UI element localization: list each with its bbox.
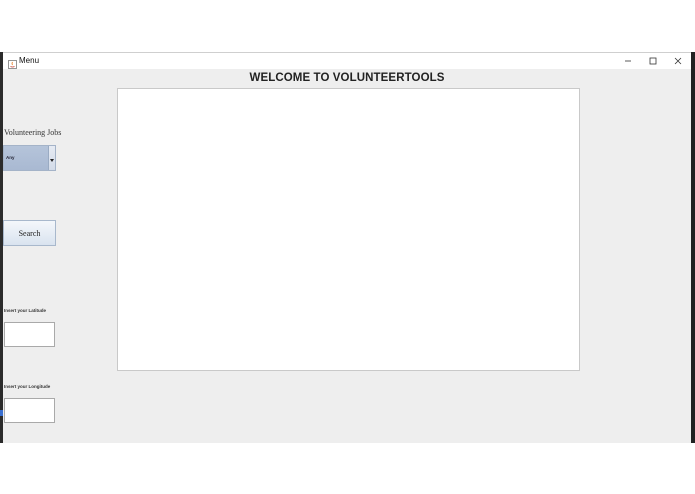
minimize-button[interactable] [616,53,640,69]
close-icon [674,52,682,70]
maximize-button[interactable] [641,53,665,69]
latitude-label: Insert your Latitude [4,308,47,313]
jobs-dropdown-value: Any [6,155,15,160]
page-title: WELCOME TO VOLUNTEERTOOLS [249,72,445,84]
longitude-label: Insert your Longitude [4,384,51,389]
window-title: Menu [19,56,40,65]
screen: Menu WELCOME TO VOLUNTEERTOOLS Volunteer… [0,0,695,494]
app-window: Menu WELCOME TO VOLUNTEERTOOLS Volunteer… [3,52,691,443]
results-panel[interactable] [117,88,580,371]
longitude-input[interactable] [4,398,55,423]
dropdown-arrow-button[interactable] [48,146,55,170]
minimize-icon [624,52,632,70]
java-app-icon [8,56,17,69]
search-button[interactable]: Search [3,220,56,246]
chevron-down-icon [50,149,54,167]
volunteering-jobs-label: Volunteering Jobs [4,128,62,137]
close-button[interactable] [666,53,690,69]
jobs-dropdown[interactable]: Any [3,145,56,171]
title-bar[interactable]: Menu [3,53,691,69]
desktop-edge-right [691,52,695,443]
latitude-input[interactable] [4,322,55,347]
maximize-icon [649,52,657,70]
